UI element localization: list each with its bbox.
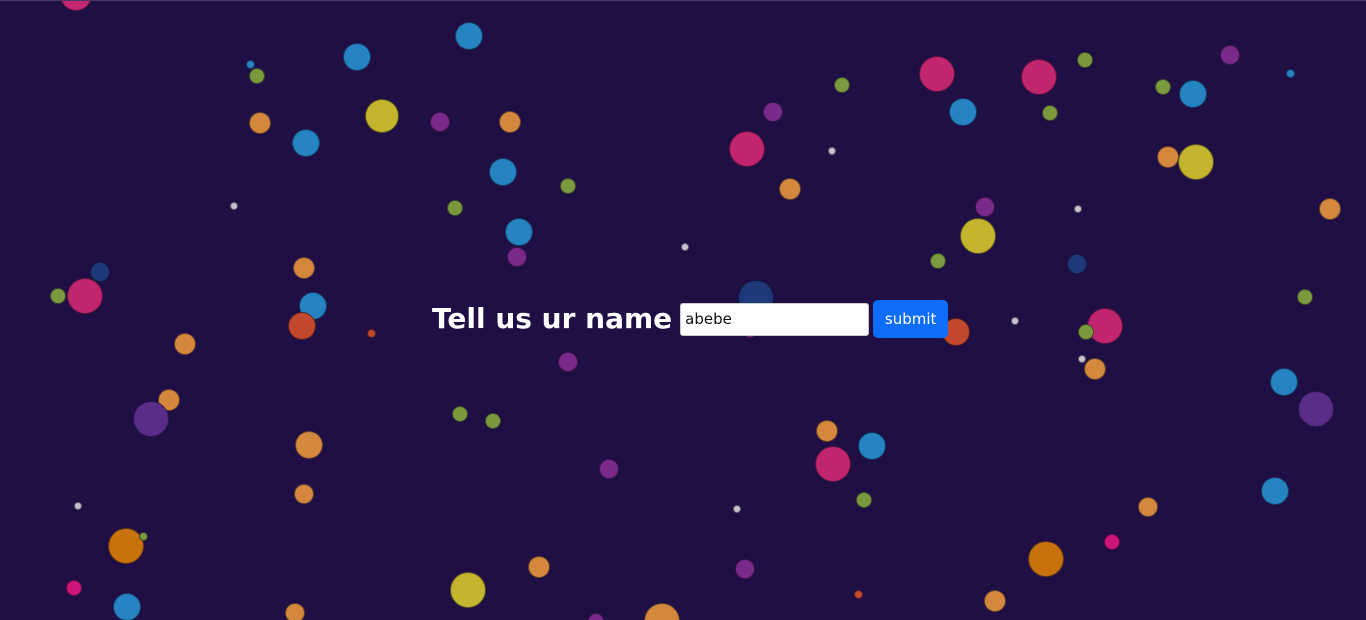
bubble-73 <box>1104 534 1120 550</box>
bubble-34 <box>975 197 995 217</box>
bubble-27 <box>1155 79 1171 95</box>
bubble-23 <box>949 98 977 126</box>
bubble-40 <box>1078 324 1094 340</box>
bubble-71 <box>1138 497 1158 517</box>
bubble-64 <box>294 484 314 504</box>
bubble-38 <box>1067 254 1087 274</box>
bubble-26 <box>1042 105 1058 121</box>
bubble-32 <box>1178 144 1214 180</box>
bubble-68 <box>858 432 886 460</box>
bubble-70 <box>733 505 741 513</box>
bubble-8 <box>249 112 271 134</box>
bubble-6 <box>430 112 450 132</box>
bubble-79 <box>588 613 604 620</box>
bubble-62 <box>485 413 501 429</box>
bubble-35 <box>960 218 996 254</box>
bubble-7 <box>499 111 521 133</box>
bubble-82 <box>285 603 305 620</box>
bubble-46 <box>1270 368 1298 396</box>
bubble-21 <box>779 178 801 200</box>
bubble-37 <box>1074 205 1082 213</box>
bubble-41 <box>1011 317 1019 325</box>
bubble-17 <box>763 102 783 122</box>
bubble-19 <box>729 131 765 167</box>
bubble-74 <box>1028 541 1064 577</box>
bubble-12 <box>447 200 463 216</box>
bubble-87 <box>74 502 82 510</box>
bubble-39 <box>1087 308 1123 344</box>
bubble-20 <box>828 147 836 155</box>
bubble-14 <box>505 218 533 246</box>
bubble-84 <box>66 580 82 596</box>
bubble-81 <box>450 572 486 608</box>
bubble-51 <box>293 257 315 279</box>
bubble-44 <box>1084 358 1106 380</box>
bubble-5 <box>365 99 399 133</box>
submit-button[interactable]: submit <box>873 300 949 338</box>
bubble-86 <box>138 531 148 541</box>
bubble-10 <box>489 158 517 186</box>
bubble-9 <box>292 129 320 157</box>
bubble-45 <box>1297 289 1313 305</box>
bubble-31 <box>1157 146 1179 168</box>
bubble-43 <box>1078 355 1086 363</box>
bubble-4 <box>249 68 265 84</box>
bubble-11 <box>560 178 576 194</box>
bubble-0 <box>60 1 92 11</box>
bubble-66 <box>816 420 838 442</box>
bubble-3 <box>245 59 255 69</box>
bubble-13 <box>230 202 238 210</box>
bubble-33 <box>1319 198 1341 220</box>
bubble-65 <box>599 459 619 479</box>
bubble-25 <box>1077 52 1093 68</box>
bubble-57 <box>133 401 169 437</box>
bubble-69 <box>856 492 872 508</box>
bubble-72 <box>1261 477 1289 505</box>
bubble-75 <box>984 590 1006 612</box>
bubble-18 <box>834 77 850 93</box>
bubble-67 <box>815 446 851 482</box>
bubble-16 <box>681 243 689 251</box>
bubble-15 <box>507 247 527 267</box>
bubble-80 <box>528 556 550 578</box>
bubble-28 <box>1179 80 1207 108</box>
bubble-78 <box>644 603 680 620</box>
bubble-60 <box>558 352 578 372</box>
bubble-2 <box>455 22 483 50</box>
bubble-61 <box>452 406 468 422</box>
bubble-83 <box>113 593 141 620</box>
name-input[interactable] <box>680 302 870 336</box>
bubble-54 <box>366 328 376 338</box>
bubble-47 <box>1298 391 1334 427</box>
prompt-heading: Tell us ur name <box>432 302 673 335</box>
bubble-63 <box>295 431 323 459</box>
name-form: Tell us ur name submit <box>432 298 949 340</box>
bubble-76 <box>853 589 863 599</box>
bubble-49 <box>67 278 103 314</box>
bubble-1 <box>343 43 371 71</box>
bubble-53 <box>288 312 316 340</box>
bubble-29 <box>1220 45 1240 65</box>
bubble-30 <box>1285 68 1295 78</box>
bubble-36 <box>930 253 946 269</box>
bubble-24 <box>1021 59 1057 95</box>
bubble-22 <box>919 56 955 92</box>
bubble-77 <box>735 559 755 579</box>
bubble-55 <box>174 333 196 355</box>
bubble-50 <box>50 288 66 304</box>
